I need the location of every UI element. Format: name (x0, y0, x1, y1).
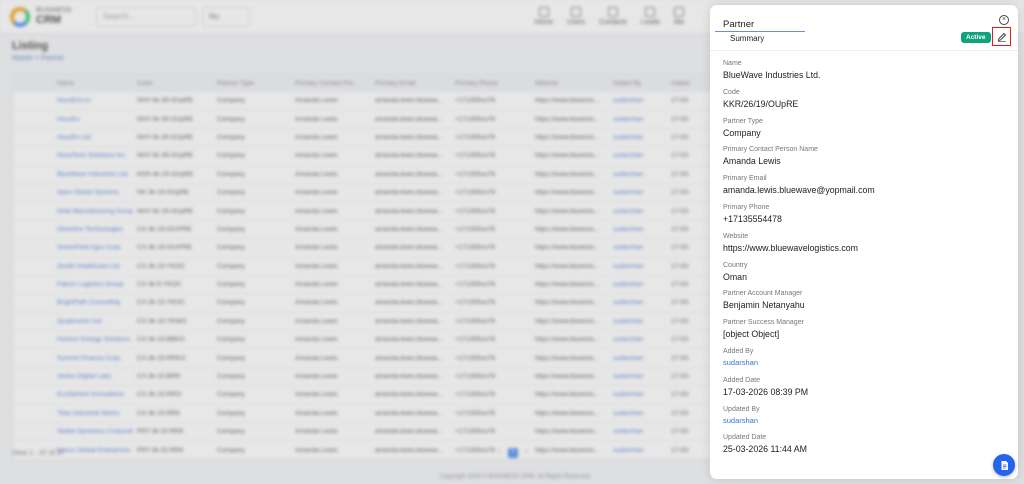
field-label: Partner Account Manager (723, 290, 803, 298)
field-value: Oman (723, 271, 747, 282)
detail-field: Partner Success Manager [object Object] (723, 318, 1003, 347)
field-value: +17135554478 (723, 213, 782, 224)
field-label: Updated By (723, 405, 760, 413)
detail-field: Updated By sudarshan (723, 405, 1003, 434)
field-value: [object Object] (723, 329, 780, 340)
close-icon[interactable]: × (999, 15, 1009, 25)
field-value: 17-03-2026 08:39 PM (723, 386, 809, 397)
detail-field: Partner Type Company (723, 117, 1003, 146)
field-value: https://www.bluewavelogistics.com (723, 242, 858, 253)
detail-field: Primary Phone +17135554478 (723, 203, 1003, 232)
field-label: Partner Type (723, 117, 763, 125)
detail-field: Website https://www.bluewavelogistics.com (723, 232, 1003, 261)
status-badge: Active (961, 32, 991, 43)
field-label: Primary Email (723, 175, 767, 183)
field-label: Primary Phone (723, 203, 770, 211)
field-value: Benjamin Netanyahu (723, 300, 805, 311)
user-link[interactable]: sudarshan (723, 357, 1003, 369)
detail-field: Primary Email amanda.lewis.bluewave@yopma… (723, 174, 1003, 203)
field-value: Company (723, 127, 761, 138)
field-value: KKR/26/19/OUpRE (723, 98, 799, 109)
field-label: Added By (723, 347, 754, 355)
field-label: Updated Date (723, 434, 767, 442)
tab-summary[interactable]: Summary (715, 31, 805, 47)
document-icon (1001, 460, 1008, 470)
detail-field: Name BlueWave Industries Ltd. (723, 59, 1003, 88)
drawer-title: Partner (723, 19, 755, 30)
detail-field: Updated Date 25-03-2026 11:44 AM (723, 433, 1003, 462)
partner-details: Name BlueWave Industries Ltd. Code KKR/26/1… (723, 59, 1003, 462)
tab-divider (710, 50, 1018, 51)
field-label: Name (723, 60, 742, 67)
field-value: 25-03-2026 11:44 AM (723, 444, 807, 455)
field-label: Added Date (723, 376, 760, 384)
field-value: Amanda Lewis (723, 156, 781, 167)
document-fab-button[interactable] (993, 454, 1015, 476)
detail-field: Primary Contact Person Name Amanda Lewis (723, 145, 1003, 174)
pencil-icon (997, 32, 1006, 42)
field-value: BlueWave Industries Ltd. (723, 70, 821, 80)
detail-field: Partner Account Manager Benjamin Netanyah… (723, 289, 1003, 318)
field-label: Primary Contact Person Name (723, 146, 818, 154)
field-label: Country (723, 261, 748, 269)
user-link[interactable]: sudarshan (723, 415, 1003, 427)
field-label: Code (723, 88, 740, 96)
partner-drawer: Partner × Summary Active Name BlueWave In… (710, 5, 1018, 479)
field-label: Website (723, 232, 749, 240)
detail-field: Code KKR/26/19/OUpRE (723, 88, 1003, 117)
detail-field: Added Date 17-03-2026 08:39 PM (723, 376, 1003, 405)
detail-field: Added By sudarshan (723, 347, 1003, 376)
field-label: Partner Success Manager (723, 319, 804, 327)
detail-field: Country Oman (723, 261, 1003, 290)
field-value: amanda.lewis.bluewave@yopmail.com (723, 185, 875, 196)
edit-button[interactable] (992, 27, 1011, 46)
